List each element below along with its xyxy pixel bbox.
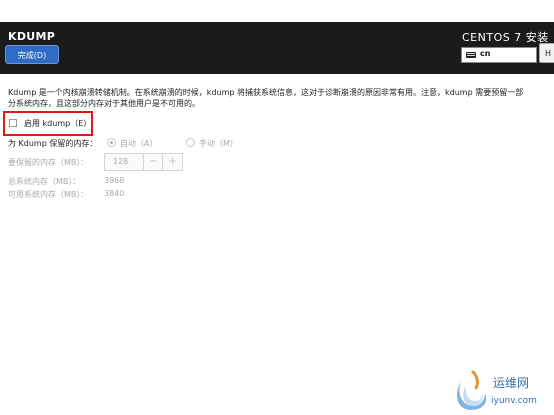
watermark-url: iyunv.com [491,396,537,406]
highlight-box [3,111,93,136]
increment-button[interactable]: + [162,154,182,170]
decrement-button[interactable]: − [143,154,163,170]
header-bar: KDUMP 完成(D) CENTOS 7 安装 cn H [0,22,554,74]
radio-auto[interactable] [107,138,116,147]
total-memory-value: 3968 [104,176,125,185]
keyboard-icon [466,52,476,58]
radio-manual-label[interactable]: 手动（M） [199,138,238,149]
help-button[interactable]: H [539,43,554,63]
memory-reserve-value[interactable]: 128 [113,157,128,166]
top-strip [0,0,554,22]
description-line-2: 分系统内存，且这部分内存对于其他用户是不可用的。 [8,99,200,108]
usable-memory-value: 3840 [104,189,125,198]
kdump-description: Kdump 是一个内核崩溃转储机制。在系统崩溃的时候，kdump 将捕获系统信息… [8,87,554,109]
page-title: KDUMP [8,30,56,43]
radio-auto-label[interactable]: 自动（A） [120,138,157,149]
watermark-text: 运维网 [493,376,530,390]
keyboard-layout-label: cn [480,49,491,58]
done-button[interactable]: 完成(D) [5,45,59,64]
keyboard-layout-indicator[interactable]: cn [461,47,537,63]
reserve-memory-label: 为 Kdump 保留的内存： [8,139,98,148]
radio-manual[interactable] [186,138,195,147]
usable-memory-label: 可用系统内存（MB）： [8,190,89,199]
memory-to-reserve-label: 要保留的内存（MB）： [8,158,89,167]
description-line-1: Kdump 是一个内核崩溃转储机制。在系统崩溃的时候，kdump 将捕获系统信息… [8,88,524,97]
watermark-logo-icon [456,370,487,410]
watermark: 运维网 iyunv.com [449,366,554,415]
memory-reserve-stepper[interactable]: 128 − + [104,153,183,171]
total-memory-label: 总系统内存（MB）： [8,177,81,186]
installer-title: CENTOS 7 安装 [462,31,549,44]
